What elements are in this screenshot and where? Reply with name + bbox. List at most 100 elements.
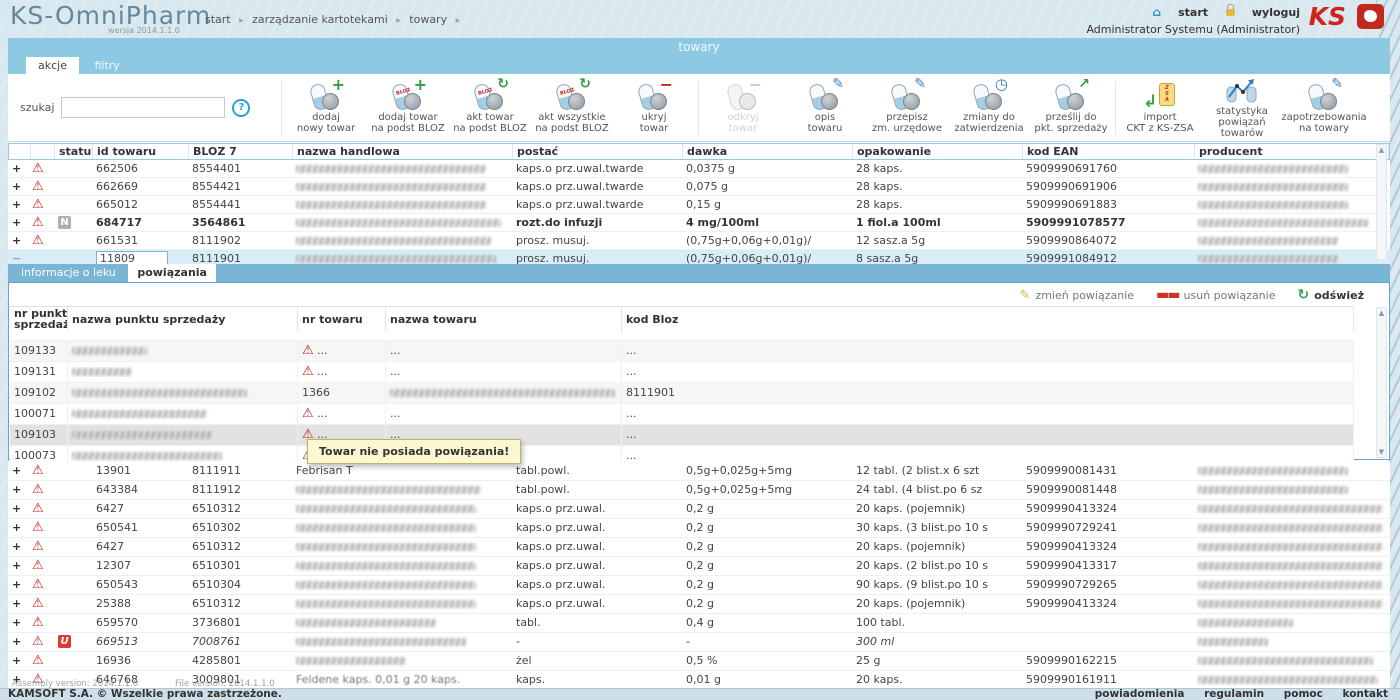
row-expander[interactable]: + — [8, 160, 30, 177]
producent-cell — [1194, 232, 1390, 249]
start-link[interactable]: ⌂start — [1153, 6, 1209, 19]
table-row[interactable]: +⚠6505436510304kaps.o prz.uwal.0,2 g90 k… — [8, 576, 1390, 595]
nr-punktu-cell: 109131 — [10, 362, 68, 382]
links-table-row[interactable]: 109131⚠ ......... — [10, 362, 1354, 383]
table-row[interactable]: +⚠U6695137008761--300 ml — [8, 633, 1390, 652]
redacted-text — [296, 219, 501, 227]
toolbar-button-import-ckt-z-ks-zsa[interactable]: ZSA↲importCKT z KS-ZSA — [1119, 82, 1201, 134]
col-status[interactable]: status — [55, 144, 93, 159]
col-id-towaru[interactable]: id towaru — [93, 144, 189, 159]
row-expander[interactable]: + — [8, 481, 30, 499]
dawka-cell: (0,75g+0,06g+0,01g)/ — [682, 232, 852, 249]
col-nazwa-handlowa[interactable]: nazwa handlowa — [293, 144, 513, 159]
table-row[interactable]: +⚠6625068554401kaps.o prz.uwal.twarde0,0… — [8, 160, 1390, 178]
row-expander[interactable]: + — [8, 576, 30, 594]
toolbar-button-opis-towaru[interactable]: ✎opistowaru — [784, 82, 866, 134]
toolbar-button-akt-wszystkie-na-podst-bloz[interactable]: BLOZ↻akt wszystkiena podst BLOZ — [531, 82, 613, 134]
table-row[interactable]: +⚠253886510312kaps.o prz.uwal.0,2 g20 ka… — [8, 595, 1390, 614]
table-row[interactable]: +⚠6505416510302kaps.o prz.uwal.0,2 g30 k… — [8, 519, 1390, 538]
toolbar-button-prześlij-do-pkt-sprzedaży[interactable]: ↗prześlij dopkt. sprzedaży — [1030, 82, 1112, 134]
row-expander[interactable]: + — [8, 652, 30, 670]
footer-link-regulamin[interactable]: regulamin — [1204, 688, 1264, 700]
postac-cell: tabl. — [512, 614, 682, 632]
tab-informacje-o-leku[interactable]: informacje o leku — [12, 264, 125, 282]
logout-link[interactable]: wyloguj — [1226, 6, 1300, 19]
row-expander[interactable]: + — [8, 614, 30, 632]
row-expander[interactable]: + — [8, 538, 30, 556]
table-row[interactable]: +⚠6626698554421kaps.o prz.uwal.twarde0,0… — [8, 178, 1390, 196]
breadcrumb-start[interactable]: start — [205, 13, 231, 26]
toolbar-button-dodaj-nowy-towar[interactable]: +dodajnowy towar — [285, 82, 367, 134]
toolbar-button-zmiany-do-zatwierdzenia[interactable]: ◷zmiany dozatwierdzenia — [948, 82, 1030, 134]
table-row[interactable]: +⚠6595703736801tabl.0,4 g100 tabl. — [8, 614, 1390, 633]
table-row[interactable]: +⚠N6847173564861rozt.do infuzji4 mg/100m… — [8, 214, 1390, 232]
tab-akcje[interactable]: akcje — [26, 57, 79, 74]
toolbar-button-statystyka-powiązań-towarów[interactable]: statystykapowiązań towarów — [1201, 76, 1283, 139]
dawka-cell: 0,01 g — [682, 671, 852, 689]
remove-link-button[interactable]: ▬▬usuń powiązanie — [1156, 287, 1275, 303]
breadcrumb-kartoteki[interactable]: zarządzanie kartotekami — [252, 13, 388, 26]
status-cell — [54, 519, 92, 537]
row-expander[interactable]: + — [8, 462, 30, 480]
links-table-row[interactable]: 109103⚠ ......... — [10, 425, 1354, 446]
refresh-button[interactable]: ↻odśwież — [1297, 287, 1364, 303]
help-icon[interactable]: ? — [232, 99, 250, 117]
row-expander[interactable]: + — [8, 595, 30, 613]
row-expander[interactable]: + — [8, 519, 30, 537]
links-table-row[interactable]: 10910213668111901 — [10, 383, 1354, 404]
table-row[interactable]: +⚠169364285801żel0,5 %25 g5909990162215 — [8, 652, 1390, 671]
col-nazwa-punktu[interactable]: nazwa punktu sprzedaży — [68, 307, 298, 331]
producent-cell — [1194, 196, 1390, 213]
footer-link-pomoc[interactable]: pomoc — [1284, 688, 1323, 700]
toolbar-button-dodaj-towar-na-podst-bloz[interactable]: BLOZ+dodaj towarna podst BLOZ — [367, 82, 449, 134]
col-kod-bloz[interactable]: kod Bloz — [622, 307, 1354, 331]
tab-filtry[interactable]: filtry — [82, 57, 131, 74]
table-row[interactable]: +⚠6650128554441kaps.o prz.uwal.twarde0,1… — [8, 196, 1390, 214]
table-row[interactable]: +⚠123076510301kaps.o prz.uwal.0,2 g20 ka… — [8, 557, 1390, 576]
row-expander[interactable]: + — [8, 500, 30, 518]
row-expander[interactable]: + — [8, 196, 30, 213]
links-table-row[interactable]: 109133⚠ ......... — [10, 341, 1354, 362]
table-row[interactable]: +⚠6615318111902prosz. musuj.(0,75g+0,06g… — [8, 232, 1390, 250]
links-table-row[interactable]: 100071⚠ ......... — [10, 404, 1354, 425]
table-row[interactable]: +⚠64276510312kaps.o prz.uwal.0,2 g20 kap… — [8, 500, 1390, 519]
row-expander[interactable]: + — [8, 557, 30, 575]
col-dawka[interactable]: dawka — [683, 144, 853, 159]
status-cell — [54, 614, 92, 632]
table-row[interactable]: +⚠64276510312kaps.o prz.uwal.0,2 g20 kap… — [8, 538, 1390, 557]
row-expander[interactable]: + — [8, 633, 30, 651]
toolbar-button-zapotrzebowania-na-towary[interactable]: ✎zapotrzebowaniana towary — [1283, 82, 1365, 134]
col-kod-ean[interactable]: kod EAN — [1023, 144, 1195, 159]
footer-link-kontakt[interactable]: kontakt — [1343, 688, 1389, 700]
tab-powiazania[interactable]: powiązania — [128, 264, 216, 282]
col-nr-towaru[interactable]: nr towaru — [298, 307, 386, 331]
col-producent[interactable]: producent — [1195, 144, 1389, 159]
footer-link-powiadomienia[interactable]: powiadomienia — [1095, 688, 1185, 700]
change-link-button[interactable]: ✎zmień powiązanie — [1020, 288, 1135, 303]
links-table-row[interactable]: 995424⚠ ......... — [10, 331, 1354, 341]
col-bloz7[interactable]: BLOZ 7 — [189, 144, 293, 159]
row-expander[interactable]: + — [8, 232, 30, 249]
scroll-down-icon[interactable]: ▼ — [1377, 447, 1386, 457]
postac-cell: tabl.powl. — [512, 481, 682, 499]
table-row[interactable]: +⚠6433848111912tabl.powl.0,5g+0,025g+5mg… — [8, 481, 1390, 500]
kod-ean-cell: 5909990864072 — [1022, 232, 1194, 249]
row-expander[interactable]: + — [8, 214, 30, 231]
breadcrumb: start ▸ zarządzanie kartotekami ▸ towary… — [205, 13, 465, 26]
opakowanie-cell: 30 kaps. (3 blist.po 10 s — [852, 519, 1022, 537]
breadcrumb-towary[interactable]: towary — [409, 13, 447, 26]
toolbar-button-ukryj-towar[interactable]: −ukryjtowar — [613, 82, 695, 134]
toolbar-button-akt-towar-na-podst-bloz[interactable]: BLOZ↻akt towarna podst BLOZ — [449, 82, 531, 134]
col-opakowanie[interactable]: opakowanie — [853, 144, 1023, 159]
row-expander[interactable]: + — [8, 178, 30, 195]
scroll-up-icon[interactable]: ▲ — [1377, 145, 1386, 155]
col-nazwa-towaru[interactable]: nazwa towaru — [386, 307, 622, 331]
main-scrollbar[interactable]: ▲ — [1376, 144, 1387, 260]
col-postac[interactable]: postać — [513, 144, 683, 159]
table-row[interactable]: +⚠139018111911Febrisan Ttabl.powl.0,5g+0… — [8, 462, 1390, 481]
toolbar-button-przepisz-zm-urzędowe[interactable]: ✎przepiszzm. urzędowe — [866, 82, 948, 134]
scroll-up-icon[interactable]: ▲ — [1377, 308, 1386, 318]
links-scrollbar[interactable]: ▲▼ — [1376, 307, 1387, 458]
col-nr-punktu[interactable]: nr punktu sprzedaży — [10, 307, 68, 331]
search-input[interactable] — [61, 97, 225, 118]
